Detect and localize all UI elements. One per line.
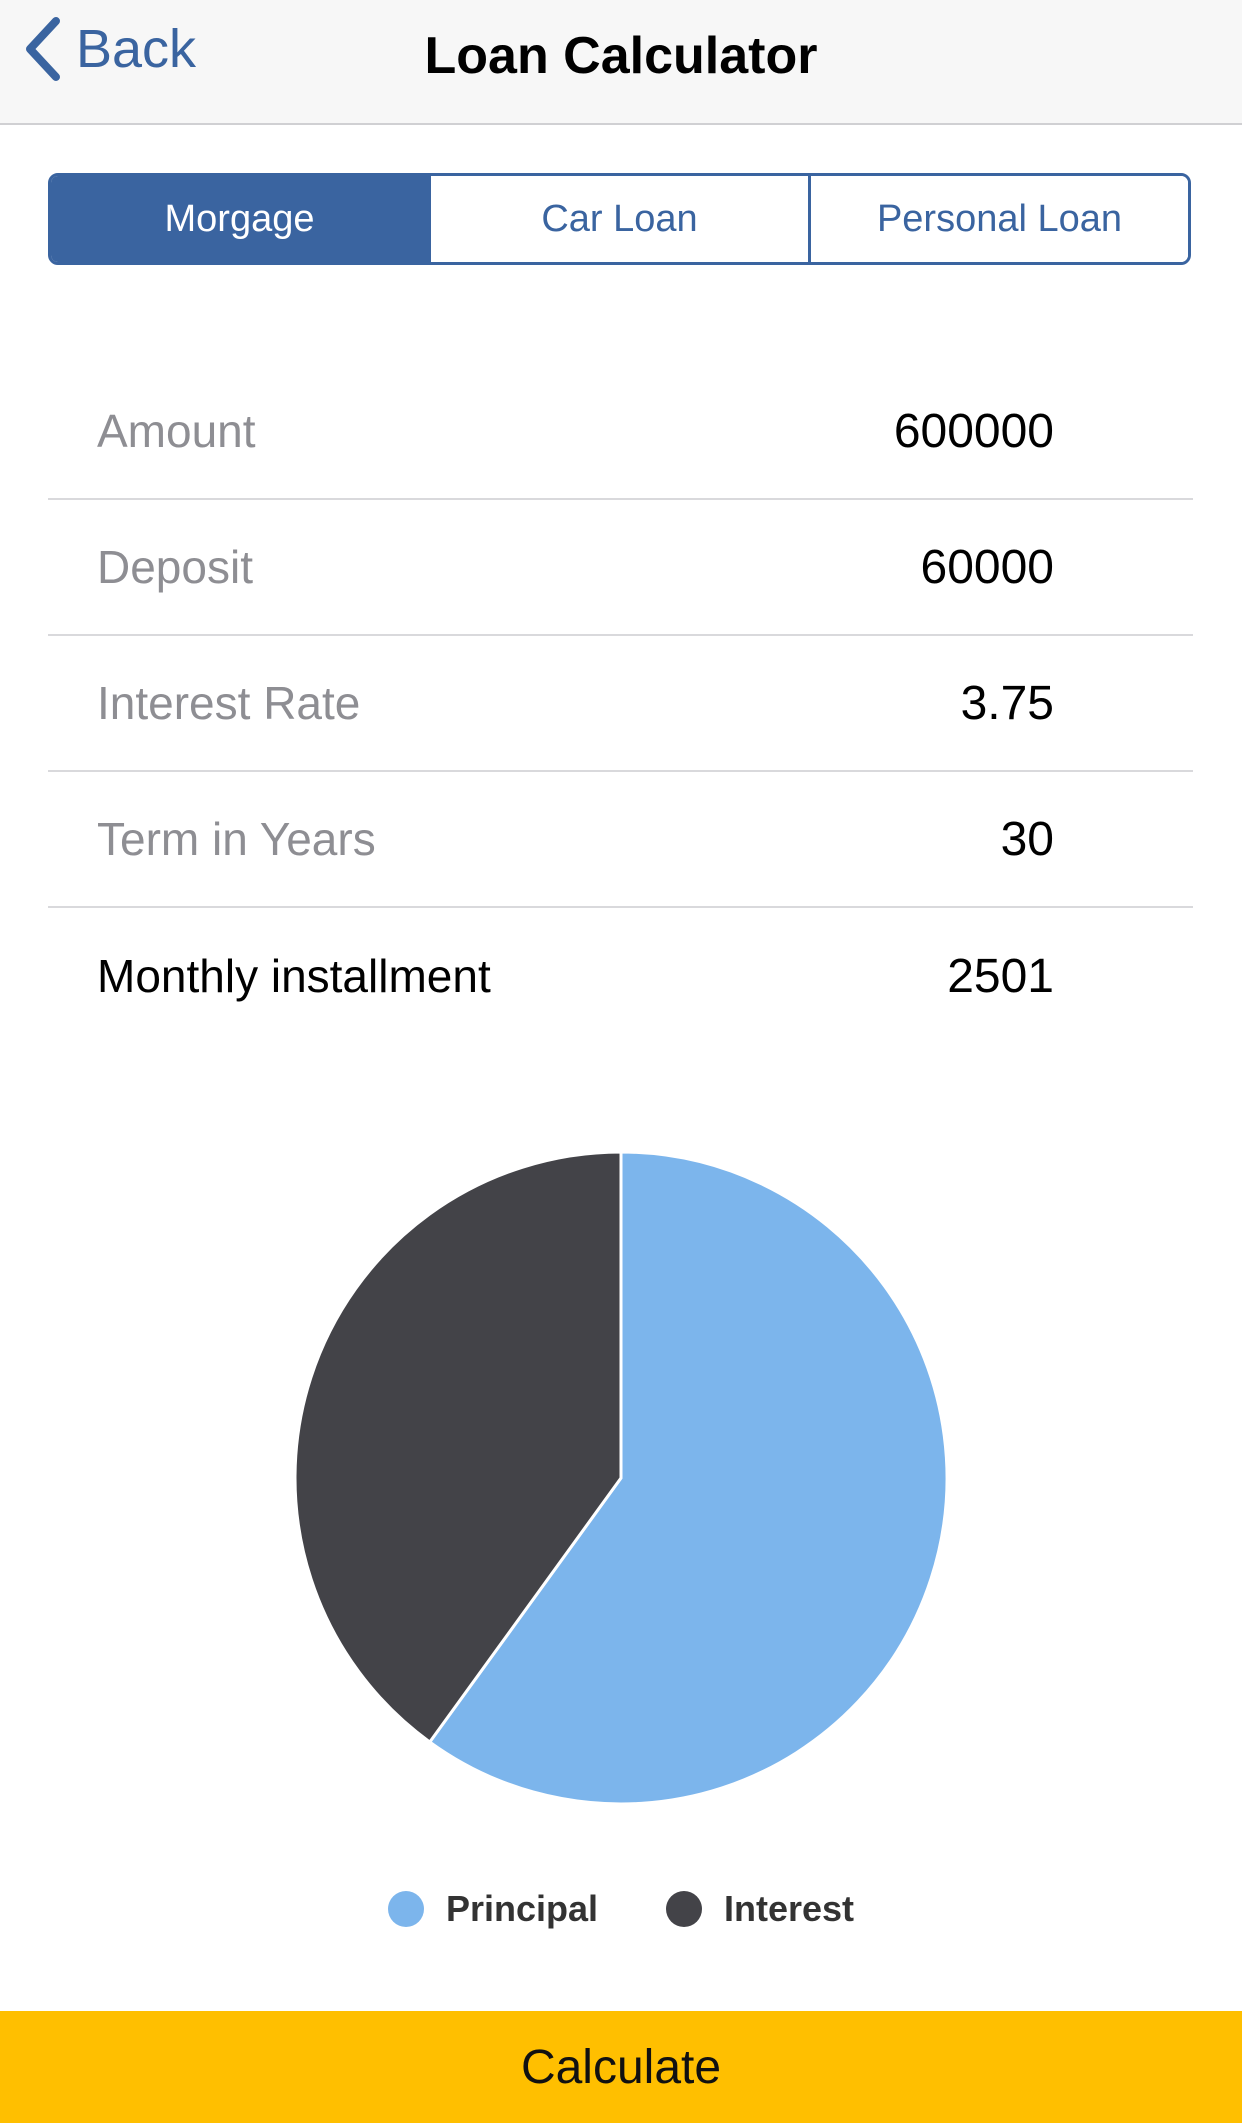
legend-label-interest: Interest xyxy=(724,1888,855,1929)
term-label: Term in Years xyxy=(97,813,376,865)
term-row[interactable]: Term in Years 30 xyxy=(48,772,1193,908)
deposit-field[interactable]: 60000 xyxy=(921,540,1054,595)
page-title: Loan Calculator xyxy=(424,27,818,85)
monthly-installment-row: Monthly installment 2501 xyxy=(48,908,1193,1044)
interest-rate-row[interactable]: Interest Rate 3.75 xyxy=(48,636,1193,772)
loan-type-segmented-control: Morgage Car Loan Personal Loan xyxy=(48,173,1191,265)
amount-row[interactable]: Amount 600000 xyxy=(48,364,1193,500)
legend-dot-interest xyxy=(666,1891,702,1927)
interest-rate-label: Interest Rate xyxy=(97,677,361,729)
loan-form: Amount 600000 Deposit 60000 Interest Rat… xyxy=(48,364,1193,1044)
amount-label: Amount xyxy=(97,405,256,457)
segment-personal-loan[interactable]: Personal Loan xyxy=(808,176,1188,262)
nav-bar: Back Loan Calculator xyxy=(0,0,1242,125)
segment-morgage[interactable]: Morgage xyxy=(51,176,428,262)
legend-dot-principal xyxy=(387,1891,424,1927)
legend-item-principal[interactable]: Principal xyxy=(387,1888,598,1930)
chart-legend: Principal Interest xyxy=(0,1888,1242,1930)
loan-pie-chart xyxy=(293,1150,949,1806)
term-field[interactable]: 30 xyxy=(1001,812,1054,867)
segment-car-loan[interactable]: Car Loan xyxy=(428,176,808,262)
amount-field[interactable]: 600000 xyxy=(894,404,1054,459)
deposit-label: Deposit xyxy=(97,541,253,593)
interest-rate-field[interactable]: 3.75 xyxy=(961,676,1054,731)
legend-label-principal: Principal xyxy=(445,1888,598,1929)
calculate-button[interactable]: Calculate xyxy=(0,2011,1242,2123)
monthly-installment-value: 2501 xyxy=(947,949,1054,1003)
monthly-installment-label: Monthly installment xyxy=(97,950,491,1002)
deposit-row[interactable]: Deposit 60000 xyxy=(48,500,1193,636)
legend-item-interest[interactable]: Interest xyxy=(666,1888,854,1930)
